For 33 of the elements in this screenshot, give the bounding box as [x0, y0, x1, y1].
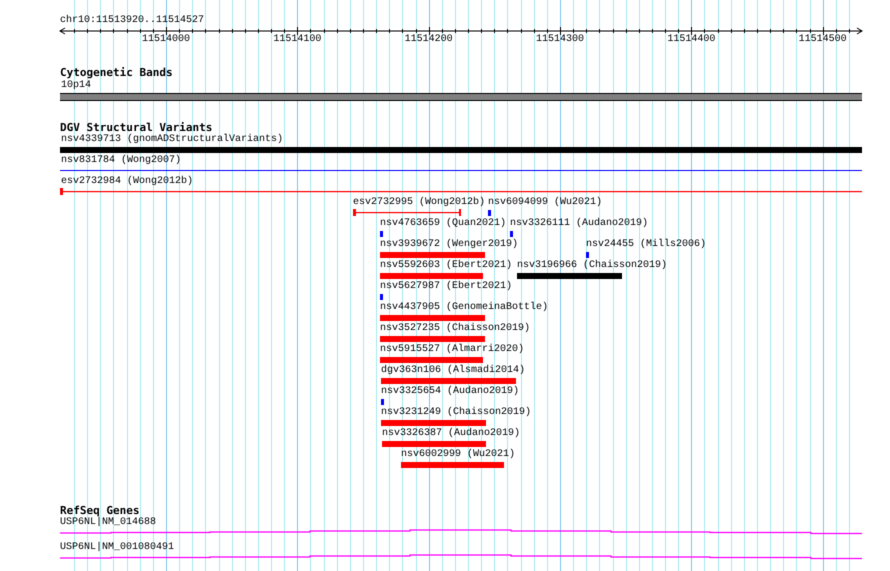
variant-label: nsv3231249 (Chaisson2019): [381, 407, 532, 419]
variant-label: nsv24455 (Mills2006): [586, 239, 706, 251]
variant-label: nsv6094099 (Wu2021): [488, 197, 602, 209]
variant-label: nsv3326387 (Audano2019): [382, 428, 520, 440]
variant-label: nsv5915527 (Almarri2020): [380, 344, 524, 356]
variant-label: nsv6002999 (Wu2021): [401, 449, 516, 461]
variant-label: nsv5592603 (Ebert2021): [380, 260, 512, 272]
variant-label: esv2732995 (Wong2012b): [353, 197, 486, 209]
gene-label: USP6NL|NM_001080491: [60, 542, 174, 554]
variant-label: nsv3196966 (Chaisson2019): [517, 260, 668, 272]
variant-label: nsv3325654 (Audano2019): [381, 386, 520, 398]
track-title: Cytogenetic Bands: [60, 66, 173, 80]
variant-label: nsv4437905 (GenomeinaBottle): [380, 302, 548, 314]
tick-label: 11514500: [798, 34, 847, 46]
variant-label: nsv5627987 (Ebert2021): [380, 281, 512, 293]
region-label: chr10:11513920..11514527: [60, 15, 204, 27]
variant-label: nsv831784 (Wong2007): [61, 155, 182, 167]
gene-label: USP6NL|NM_014688: [60, 517, 156, 529]
tick-label: 11514000: [142, 34, 190, 46]
variant-label: nsv4339713 (gnomADStructuralVariants): [61, 134, 284, 146]
variant-label: nsv3939672 (Wenger2019): [380, 239, 518, 251]
tick-label: 11514100: [273, 34, 322, 46]
variant-label: esv2732984 (Wong2012b): [61, 176, 194, 188]
variant-label: nsv3326111 (Audano2019): [510, 218, 648, 230]
variant-label: dgv363n106 (Alsmadi2014): [381, 365, 526, 377]
tick-label: 11514300: [536, 34, 584, 46]
tick-label: 11514400: [667, 34, 716, 46]
track-title: DGV Structural Variants: [60, 121, 212, 134]
variant-label: nsv3527235 (Chaisson2019): [380, 323, 530, 335]
track-title: RefSeq Genes: [60, 504, 140, 517]
band-label: 10p14: [61, 80, 92, 92]
tick-label: 11514200: [404, 34, 453, 46]
variant-label: nsv4763659 (Quan2021): [380, 218, 506, 230]
